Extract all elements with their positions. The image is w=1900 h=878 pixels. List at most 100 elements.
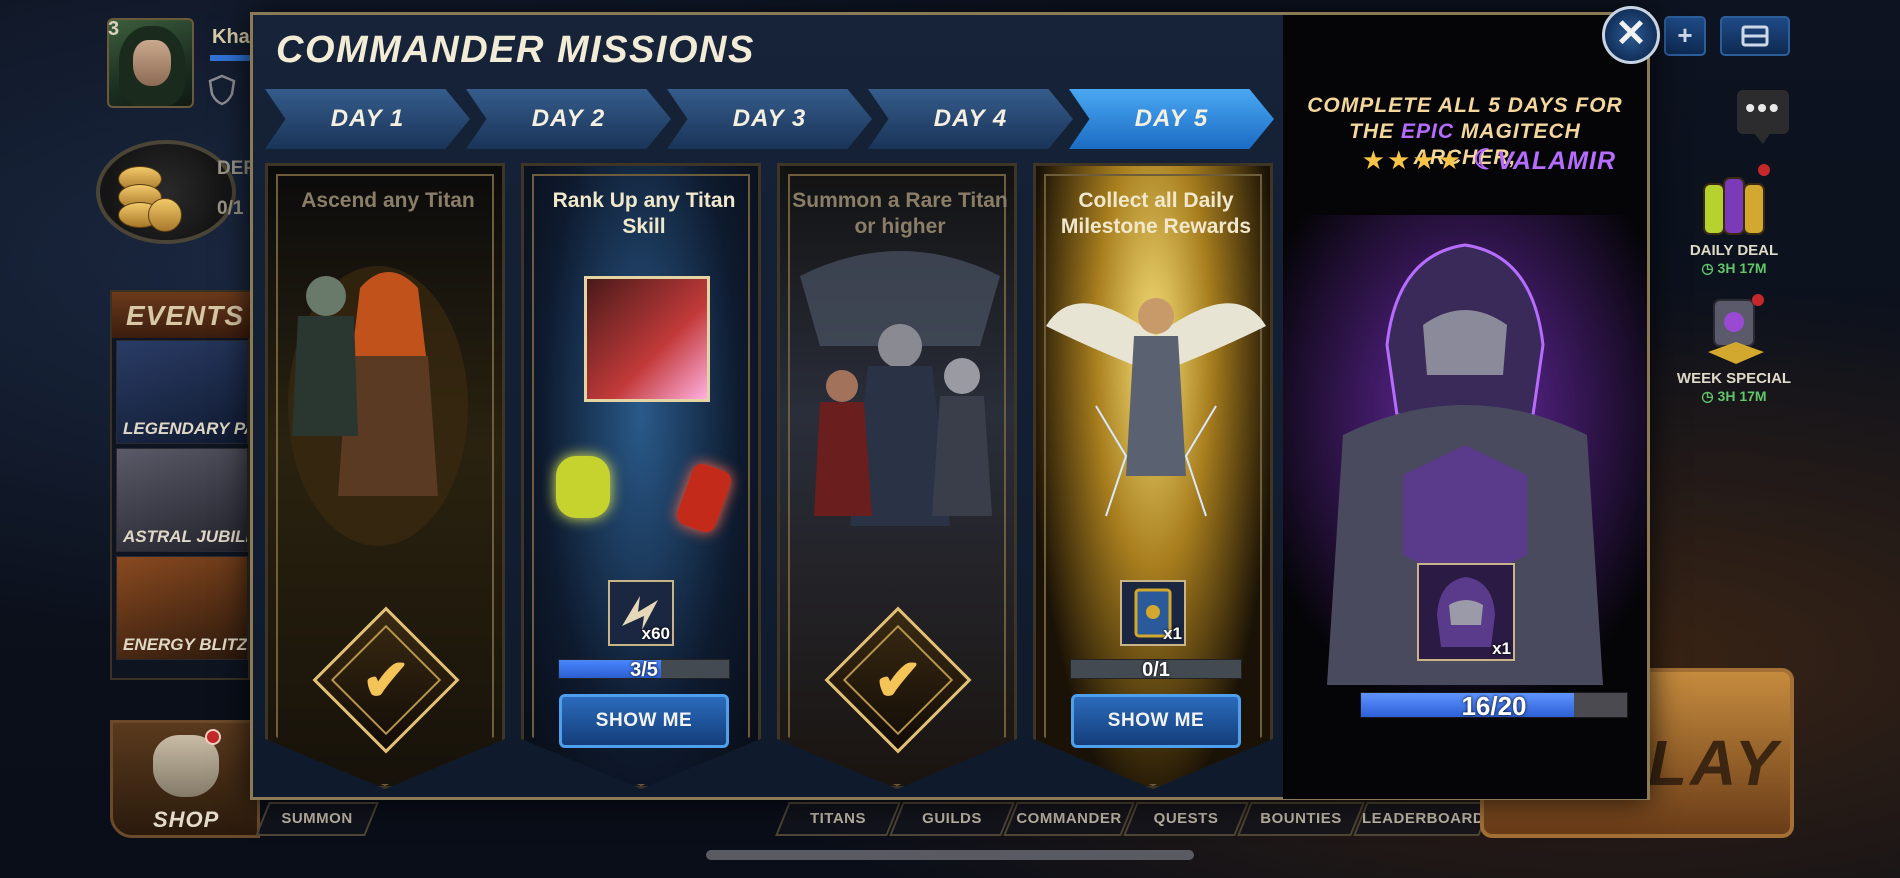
final-title-line2: THE EPIC MAGITECH xyxy=(1293,119,1637,145)
shop-label: SHOP xyxy=(153,807,220,832)
dragon-skill-icon xyxy=(584,276,710,402)
mission-card-4[interactable]: Collect all Daily Milestone Rewards x1 0… xyxy=(1033,163,1273,789)
close-icon[interactable]: ✕ xyxy=(1602,6,1660,64)
clock-icon: ◷ xyxy=(1701,388,1718,404)
nav-tab-leaderboard[interactable]: LEADERBOARD xyxy=(1353,802,1493,836)
player-avatar[interactable] xyxy=(107,18,194,108)
mission-progress-bar: 0/1 xyxy=(1070,659,1242,681)
event-tile-astral[interactable]: ASTRAL JUBILE xyxy=(116,448,248,552)
mission-title: Collect all Daily Milestone Rewards xyxy=(1060,189,1252,238)
defense-value: 0/1 xyxy=(217,198,244,219)
nav-tab-summon[interactable]: SUMMON xyxy=(255,802,379,836)
play-label: LAY xyxy=(1648,727,1781,799)
reward-item[interactable]: x1 xyxy=(1120,580,1186,646)
nav-tab-label: COMMANDER xyxy=(1016,810,1122,827)
winged-titan-art-icon xyxy=(1046,298,1266,517)
nav-tab-label: QUESTS xyxy=(1153,810,1219,827)
potions-icon[interactable] xyxy=(1694,162,1774,240)
progress-text: 16/20 xyxy=(1461,691,1527,721)
shop-button[interactable]: SHOP xyxy=(110,720,260,838)
mission-title: Rank Up any Titan Skill xyxy=(552,189,736,238)
inbox-icon[interactable] xyxy=(1720,16,1790,56)
nav-tab-label: BOUNTIES xyxy=(1260,810,1342,827)
avatar-face xyxy=(133,40,171,86)
commander-missions-modal: COMMANDER MISSIONS DAY 1 DAY 2 DAY 3 DAY… xyxy=(250,12,1650,800)
final-reward-panel: COMPLETE ALL 5 DAYS FOR THE EPIC MAGITEC… xyxy=(1283,15,1647,799)
daily-deal-timer-text: 3H 17M xyxy=(1717,260,1767,276)
guild-shield-icon[interactable] xyxy=(208,74,236,106)
notification-dot xyxy=(205,729,221,745)
final-title-the: THE xyxy=(1349,120,1401,143)
tab-day-1[interactable]: DAY 1 xyxy=(265,89,470,149)
player-level: 3 xyxy=(108,18,120,40)
player-name: Kha xyxy=(212,26,250,48)
tab-day-5[interactable]: DAY 5 xyxy=(1069,89,1274,149)
checkmark-icon: ✔ xyxy=(361,648,411,713)
week-special-icon[interactable] xyxy=(1696,292,1776,370)
nav-tab-label: TITANS xyxy=(809,810,867,827)
final-reward-item[interactable]: x1 xyxy=(1417,563,1515,661)
tab-label: DAY 1 xyxy=(330,105,405,132)
events-panel: EVENTS LEGENDARY PA ASTRAL JUBILE ENERGY… xyxy=(110,290,252,680)
tab-day-4[interactable]: DAY 4 xyxy=(868,89,1073,149)
nav-tab-quests[interactable]: QUESTS xyxy=(1123,802,1249,836)
nav-tab-label: GUILDS xyxy=(922,810,982,827)
chat-bubble-icon[interactable]: ••• xyxy=(1737,90,1789,144)
daily-deal-label: DAILY DEAL xyxy=(1689,242,1779,259)
clock-icon: ◷ xyxy=(1701,260,1718,276)
tab-day-2[interactable]: DAY 2 xyxy=(466,89,671,149)
moon-affinity-icon: ☾ xyxy=(1473,144,1499,175)
modal-title: COMMANDER MISSIONS xyxy=(276,29,755,71)
show-me-button[interactable]: SHOW ME xyxy=(559,694,729,748)
event-label: LEGENDARY PA xyxy=(123,419,248,438)
reward-quantity: x1 xyxy=(1163,624,1182,643)
tab-day-3[interactable]: DAY 3 xyxy=(667,89,872,149)
week-special-timer: ◷ 3H 17M xyxy=(1684,388,1784,405)
events-title: EVENTS xyxy=(126,300,245,331)
mission-card-2[interactable]: Rank Up any Titan Skill x60 3/5 SHOW ME xyxy=(521,163,761,789)
reward-quantity: x60 xyxy=(641,624,670,643)
hero-name: VALAMIR xyxy=(1497,147,1617,175)
nav-tab-bounties[interactable]: BOUNTIES xyxy=(1237,802,1365,836)
mission-title: Summon a Rare Titan or higher xyxy=(792,189,1008,238)
final-progress-bar: 16/20 xyxy=(1360,691,1628,721)
reward-item[interactable]: x60 xyxy=(608,580,674,646)
progress-text: 3/5 xyxy=(630,659,658,681)
defense-coins-icon[interactable] xyxy=(96,140,236,244)
event-tile-legendary[interactable]: LEGENDARY PA xyxy=(116,340,248,444)
nav-tab-commander[interactable]: COMMANDER xyxy=(1003,802,1135,836)
titans-group-art-icon xyxy=(800,251,1000,526)
mission-title: Ascend any Titan xyxy=(301,189,475,212)
events-header: EVENTS xyxy=(112,292,252,338)
plus-icon[interactable]: + xyxy=(1664,16,1706,56)
tab-label: DAY 2 xyxy=(531,105,606,132)
chat-dots: ••• xyxy=(1745,92,1781,123)
skill-book-icon xyxy=(556,456,610,518)
player-xp-bar xyxy=(210,55,250,61)
tab-label: DAY 4 xyxy=(933,105,1008,132)
star-rating-icon: ★★★★ xyxy=(1361,145,1463,175)
nav-tab-guilds[interactable]: GUILDS xyxy=(889,802,1015,836)
event-label: ASTRAL JUBILE xyxy=(123,527,248,546)
coin-icon xyxy=(148,198,182,232)
nav-tab-label: LEADERBOARD xyxy=(1362,810,1485,827)
event-label: ENERGY BLITZ xyxy=(123,635,248,654)
week-special-label: WEEK SPECIAL xyxy=(1676,370,1792,387)
week-special-timer-text: 3H 17M xyxy=(1717,388,1767,404)
reward-quantity: x1 xyxy=(1492,639,1511,658)
checkmark-icon: ✔ xyxy=(873,648,923,713)
nav-tab-label: SUMMON xyxy=(281,810,353,827)
show-me-button[interactable]: SHOW ME xyxy=(1071,694,1241,748)
progress-text: 0/1 xyxy=(1142,659,1170,681)
nav-tab-titans[interactable]: TITANS xyxy=(775,802,901,836)
epic-rarity-label: EPIC xyxy=(1401,120,1455,143)
daily-deal-timer: ◷ 3H 17M xyxy=(1684,260,1784,277)
event-tile-energy[interactable]: ENERGY BLITZ xyxy=(116,556,248,660)
titan-art-icon xyxy=(288,266,468,546)
mission-card-1[interactable]: Ascend any Titan ✔ xyxy=(265,163,505,789)
mission-card-3[interactable]: Summon a Rare Titan or higher ✔ xyxy=(777,163,1017,789)
home-indicator[interactable] xyxy=(706,850,1194,860)
tab-label: DAY 3 xyxy=(732,105,807,132)
tab-label: DAY 5 xyxy=(1134,105,1209,132)
final-title-class: MAGITECH xyxy=(1454,120,1581,143)
